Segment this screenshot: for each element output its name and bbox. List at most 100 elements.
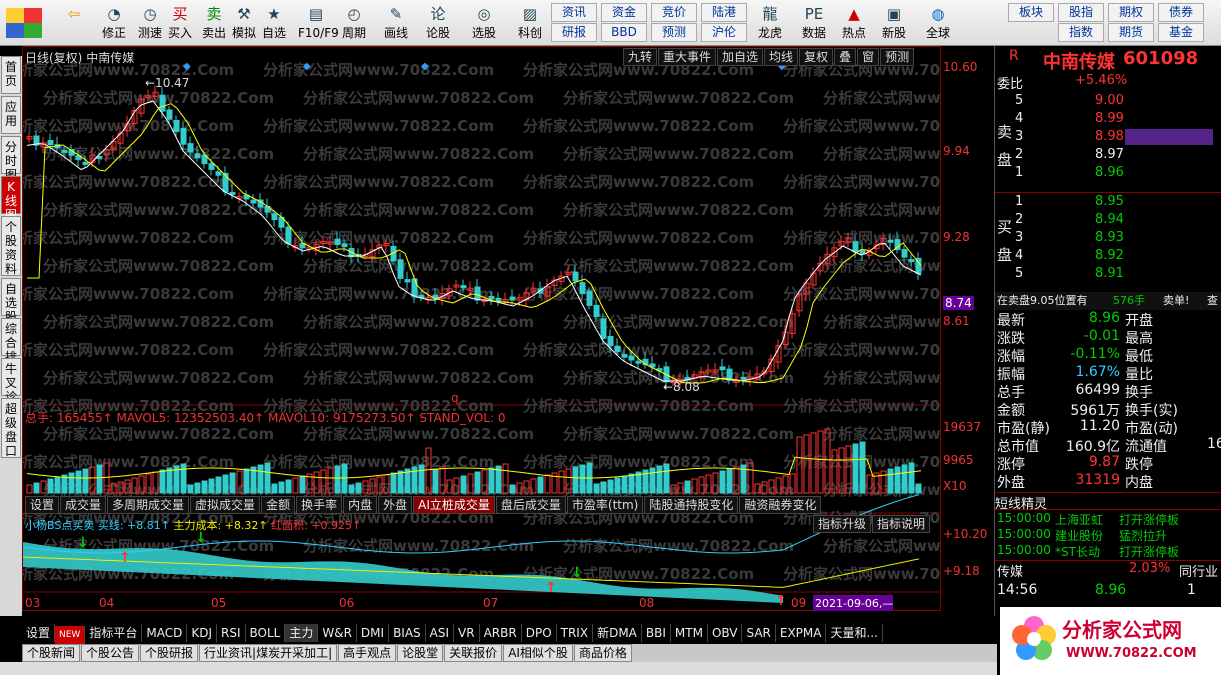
indicator-tab-22[interactable]: 天量和... xyxy=(826,624,883,642)
toolbar-text-8[interactable]: 板块 xyxy=(1008,3,1054,22)
indicator-tab-8[interactable]: W&R xyxy=(318,624,357,642)
hot-button[interactable]: ▲ 热点 xyxy=(836,2,872,44)
volume-tab-0[interactable]: 设置 xyxy=(25,496,60,514)
data-button[interactable]: PE 数据 xyxy=(796,2,832,44)
news-tab-0[interactable]: 个股新闻 xyxy=(22,644,81,662)
app-logo-icon[interactable] xyxy=(6,8,42,38)
volume-tab-2[interactable]: 多周期成交量 xyxy=(107,496,190,514)
buy-level-row[interactable]: 1 8.95 xyxy=(995,194,1221,212)
lunzheng-button[interactable]: 论论股 xyxy=(420,2,456,44)
left-tab-1[interactable]: 应用 xyxy=(1,96,21,134)
select-button[interactable]: ◎ 选股 xyxy=(466,2,502,44)
buy-level-row[interactable]: 5 8.91 xyxy=(995,266,1221,284)
indicator-tab-14[interactable]: DPO xyxy=(522,624,557,642)
sector-tab[interactable]: 同行业 xyxy=(1179,561,1218,580)
toolbar-text-13[interactable]: 期货 xyxy=(1108,23,1154,42)
volume-tab-12[interactable]: 融资融券变化 xyxy=(739,496,822,514)
indicator-tab-21[interactable]: EXPMA xyxy=(776,624,827,642)
sell-level-row[interactable]: 3 8.98 xyxy=(995,129,1221,147)
sprite-row[interactable]: 15:00:00 *ST长动 打开涨停板 xyxy=(995,543,1221,561)
toolbar-text-12[interactable]: 指数 xyxy=(1058,23,1104,42)
toolbar-text-0[interactable]: 资讯 xyxy=(551,3,597,22)
indicator-tab-16[interactable]: 新DMA xyxy=(593,624,642,642)
indicator-tab-5[interactable]: RSI xyxy=(217,624,246,642)
left-tab-2[interactable]: 分时图 xyxy=(1,136,21,182)
fix-button[interactable]: ◔ 修正 xyxy=(96,2,132,44)
toolbar-text-6[interactable]: 预测 xyxy=(651,23,697,42)
indicator-tab-1[interactable]: NEW xyxy=(55,626,86,644)
chart-top-btn-1[interactable]: 重大事件 xyxy=(658,48,717,66)
global-button[interactable]: ◍ 全球 xyxy=(920,2,956,44)
chart-top-btn-6[interactable]: 窗 xyxy=(857,48,880,66)
volume-tab-1[interactable]: 成交量 xyxy=(60,496,107,514)
left-tab-7[interactable]: 牛叉诊股 xyxy=(1,358,21,418)
chart-top-btn-7[interactable]: 预测 xyxy=(880,48,915,66)
indicator-tab-9[interactable]: DMI xyxy=(357,624,390,642)
indicator-tab-17[interactable]: BBI xyxy=(642,624,671,642)
news-tab-1[interactable]: 个股公告 xyxy=(81,644,140,662)
left-tab-0[interactable]: 首页 xyxy=(1,56,21,94)
toolbar-text-1[interactable]: 资金 xyxy=(601,3,647,22)
toolbar-text-10[interactable]: 期权 xyxy=(1108,3,1154,22)
left-tab-4[interactable]: 个股资料 xyxy=(1,216,21,276)
toolbar-text-7[interactable]: 沪伦 xyxy=(701,23,747,42)
indicator-tab-15[interactable]: TRIX xyxy=(557,624,594,642)
toolbar-text-5[interactable]: BBD xyxy=(601,23,647,42)
left-tab-3[interactable]: K线图 xyxy=(1,176,21,222)
newstock-button[interactable]: ▣ 新股 xyxy=(876,2,912,44)
volume-tab-6[interactable]: 内盘 xyxy=(343,496,378,514)
left-tab-8[interactable]: 超级盘口 xyxy=(1,398,21,458)
indicator-tab-7[interactable]: 主力 xyxy=(285,624,319,642)
volume-tab-4[interactable]: 金额 xyxy=(261,496,296,514)
volume-tab-7[interactable]: 外盘 xyxy=(378,496,413,514)
indicator-upgrade-button[interactable]: 指标升级 xyxy=(813,515,872,533)
indicator-tab-2[interactable]: 指标平台 xyxy=(85,624,143,642)
f10-button[interactable]: ▤ F10/F9 xyxy=(298,2,339,44)
indicator-help-button[interactable]: 指标说明 xyxy=(872,515,931,533)
news-tab-7[interactable]: AI相似个股 xyxy=(503,644,573,662)
volume-tab-10[interactable]: 市盈率(ttm) xyxy=(566,496,644,514)
indicator-tab-19[interactable]: OBV xyxy=(708,624,743,642)
indicator-tab-6[interactable]: BOLL xyxy=(246,624,286,642)
chart-top-btn-5[interactable]: 叠 xyxy=(834,48,857,66)
news-tab-3[interactable]: 行业资讯|煤炭开采加工| xyxy=(199,644,338,662)
toolbar-text-11[interactable]: 债券 xyxy=(1158,3,1204,22)
fav-button[interactable]: ★ 自选 xyxy=(256,2,292,44)
chart-top-btn-3[interactable]: 均线 xyxy=(764,48,799,66)
longhu-button[interactable]: 龍龙虎 xyxy=(752,2,788,44)
toolbar-text-9[interactable]: 股指 xyxy=(1058,3,1104,22)
indicator-tab-0[interactable]: 设置 xyxy=(22,624,56,642)
buy-level-row[interactable]: 3 8.93 xyxy=(995,230,1221,248)
indicator-tab-13[interactable]: ARBR xyxy=(480,624,522,642)
sell-level-row[interactable]: 2 8.97 xyxy=(995,147,1221,165)
chart-top-btn-4[interactable]: 复权 xyxy=(799,48,834,66)
toolbar-text-2[interactable]: 竞价 xyxy=(651,3,697,22)
news-tab-5[interactable]: 论股堂 xyxy=(397,644,444,662)
sell-level-row[interactable]: 5 9.00 xyxy=(995,93,1221,111)
buy-level-row[interactable]: 4 8.92 xyxy=(995,248,1221,266)
period-button[interactable]: ◴ 周期 xyxy=(336,2,372,44)
news-tab-6[interactable]: 关联报价 xyxy=(444,644,503,662)
indicator-tab-18[interactable]: MTM xyxy=(671,624,708,642)
volume-tab-8[interactable]: AI立桩成交量 xyxy=(413,496,495,514)
toolbar-text-3[interactable]: 陆港 xyxy=(701,3,747,22)
toolbar-text-4[interactable]: 研报 xyxy=(551,23,597,42)
chart-top-btn-2[interactable]: 加自选 xyxy=(717,48,764,66)
volume-tab-11[interactable]: 陆股通持股变化 xyxy=(644,496,739,514)
left-tab-5[interactable]: 自选股 xyxy=(1,278,21,324)
news-tab-2[interactable]: 个股研报 xyxy=(140,644,199,662)
sell-level-row[interactable]: 1 8.96 xyxy=(995,165,1221,183)
indicator-tab-12[interactable]: VR xyxy=(454,624,480,642)
news-tab-8[interactable]: 商品价格 xyxy=(573,644,632,662)
indicator-tab-11[interactable]: ASI xyxy=(426,624,455,642)
indicator-tab-4[interactable]: KDJ xyxy=(187,624,217,642)
kline-chart-area[interactable]: 分析家公式网www.70822.Com 分析家公式网www.70822.Com 分析… xyxy=(3,46,1054,611)
indicator-tab-10[interactable]: BIAS xyxy=(389,624,426,642)
toolbar-text-14[interactable]: 基金 xyxy=(1158,23,1204,42)
chart-top-btn-0[interactable]: 九转 xyxy=(623,48,658,66)
news-tab-4[interactable]: 高手观点 xyxy=(338,644,397,662)
left-tab-6[interactable]: 综合排名 xyxy=(1,318,21,378)
volume-tab-3[interactable]: 虚拟成交量 xyxy=(190,496,261,514)
draw-button[interactable]: ✎ 画线 xyxy=(378,2,414,44)
volume-tab-5[interactable]: 换手率 xyxy=(296,496,343,514)
